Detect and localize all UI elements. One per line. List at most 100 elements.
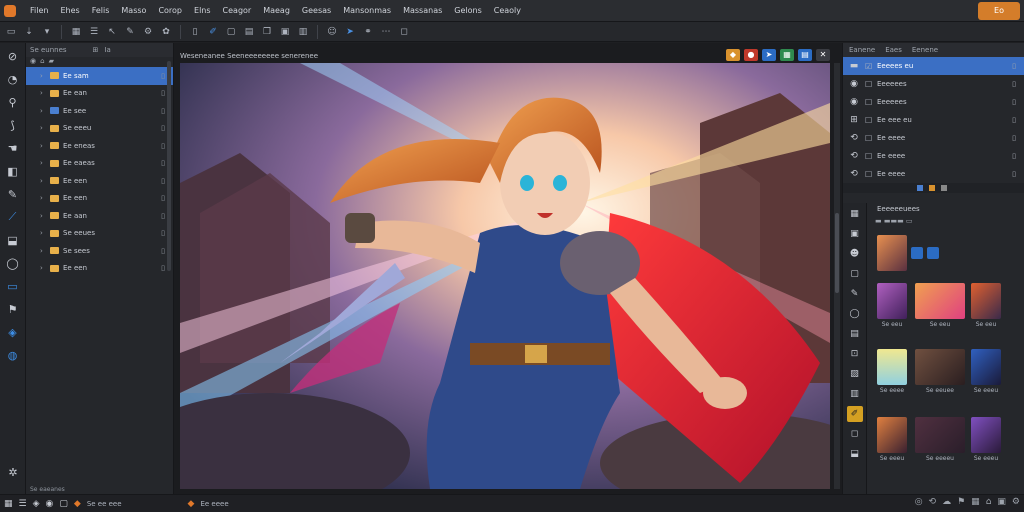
menu-filter[interactable]: Ceagor — [217, 0, 258, 22]
record-icon[interactable]: ● — [744, 49, 758, 61]
menu-tools[interactable]: Geesas — [296, 0, 337, 22]
lock-icon[interactable]: ▯ — [161, 142, 165, 150]
doc-icon[interactable]: ▥ — [847, 386, 863, 402]
menu-help[interactable]: Gelons — [448, 0, 487, 22]
flag-icon[interactable]: ⚑ — [957, 497, 965, 507]
right-row[interactable]: ⟲ ☐ Ee eeee ▯ — [843, 165, 1024, 183]
copy-icon[interactable]: ❐ — [260, 25, 274, 39]
hand-tool-icon[interactable]: ☚ — [4, 139, 22, 157]
tab-brushes[interactable]: Eanene — [849, 46, 875, 54]
warning-icon[interactable]: ◆ — [726, 49, 740, 61]
expand-icon[interactable]: › — [40, 177, 50, 185]
pencil-tool-icon[interactable]: ✎ — [4, 185, 22, 203]
settings-icon[interactable]: ⚙ — [1012, 497, 1020, 507]
tab-history[interactable]: Eenene — [912, 46, 938, 54]
pin-icon[interactable]: ⇣ — [22, 25, 36, 39]
close-icon[interactable]: ✕ — [816, 49, 830, 61]
status-doc-label[interactable]: Ee eeee — [200, 500, 228, 508]
reference-thumb[interactable] — [877, 283, 907, 319]
menu-view[interactable]: Felis — [86, 0, 116, 22]
expand-icon[interactable]: › — [40, 72, 50, 80]
stamp-tool-icon[interactable]: ⬓ — [4, 231, 22, 249]
tab-layers[interactable]: Se eunnes — [30, 46, 67, 54]
lock-icon[interactable]: ▯ — [161, 229, 165, 237]
eraser-tool-icon[interactable]: ◧ — [4, 162, 22, 180]
check-icon[interactable]: ☐ — [865, 80, 877, 89]
color-chip[interactable] — [941, 185, 947, 191]
menu-window[interactable]: Maeag — [257, 0, 296, 22]
crop-icon[interactable]: ⊡ — [847, 346, 863, 362]
photo-icon[interactable]: ▨ — [847, 366, 863, 382]
expand-icon[interactable]: › — [40, 212, 50, 220]
tab-assets[interactable]: Eaes — [885, 46, 902, 54]
fill-icon[interactable]: ◈ — [33, 499, 40, 509]
link-icon[interactable]: ⚭ — [361, 25, 375, 39]
layer-row[interactable]: › Se eeeu ▯ — [26, 120, 173, 138]
right-row[interactable]: ⟲ ☐ Ee eeee ▯ — [843, 129, 1024, 147]
expand-icon[interactable]: › — [40, 194, 50, 202]
check-icon[interactable]: ☐ — [865, 116, 877, 125]
list-icon[interactable]: ☰ — [19, 499, 27, 509]
layer-row[interactable]: › Ee een ▯ — [26, 172, 173, 190]
box-icon[interactable]: ▢ — [224, 25, 238, 39]
layers-icon[interactable]: ▤ — [847, 326, 863, 342]
more-icon[interactable]: ▯ — [1012, 134, 1016, 142]
color-chip[interactable] — [917, 185, 923, 191]
layer-row[interactable]: › Ee aan ▯ — [26, 207, 173, 225]
frame-icon[interactable]: ▢ — [847, 266, 863, 282]
status-tab-label[interactable]: Se ee eee — [87, 500, 122, 508]
lock-icon[interactable]: ▯ — [161, 194, 165, 202]
brush-icon[interactable]: ✎ — [847, 286, 863, 302]
layers-scrollbar[interactable] — [167, 61, 171, 271]
eye-icon[interactable]: ◉ — [46, 499, 54, 509]
frame-icon[interactable]: ▯ — [188, 25, 202, 39]
expand-icon[interactable]: › — [40, 89, 50, 97]
lock-icon[interactable]: ▯ — [161, 177, 165, 185]
right-row[interactable]: ◉ ☐ Eeeeees ▯ — [843, 93, 1024, 111]
grid-icon[interactable]: ▦ — [971, 497, 980, 507]
box-icon[interactable]: ◻ — [847, 426, 863, 442]
menu-settings[interactable]: Massanas — [397, 0, 448, 22]
dropdown-icon[interactable]: ▾ — [40, 25, 54, 39]
folder-icon[interactable]: ▰ — [49, 57, 54, 67]
reference-thumb[interactable] — [971, 417, 1001, 453]
reference-thumb[interactable] — [877, 349, 907, 385]
settings-icon[interactable]: ✿ — [159, 25, 173, 39]
tab-add[interactable]: ⊞ — [93, 46, 99, 54]
pen-icon[interactable]: ✐ — [206, 25, 220, 39]
lock-icon[interactable]: ▯ — [161, 247, 165, 255]
grid-icon[interactable]: ▦ — [780, 49, 794, 61]
eyedropper-tool-icon[interactable]: ⚑ — [4, 300, 22, 318]
emoji-icon[interactable]: ☺ — [325, 25, 339, 39]
eye-icon[interactable]: ◉ — [30, 57, 36, 67]
color-chip[interactable] — [929, 185, 935, 191]
share-icon[interactable]: ➤ — [343, 25, 357, 39]
layer-row[interactable]: › Ee een ▯ — [26, 190, 173, 208]
reference-thumb[interactable] — [915, 283, 965, 319]
link-icon[interactable] — [927, 247, 939, 259]
box-icon[interactable]: ▢ — [59, 499, 68, 509]
list-icon[interactable]: ☰ — [87, 25, 101, 39]
lock-icon[interactable]: ▯ — [161, 124, 165, 132]
reference-thumb[interactable] — [877, 235, 907, 271]
tab-info[interactable]: Ia — [104, 46, 110, 54]
expand-icon[interactable]: › — [40, 159, 50, 167]
chat-icon[interactable]: ◎ — [915, 497, 923, 507]
pen-icon[interactable]: ✐ — [846, 406, 863, 422]
lock-icon[interactable]: ▯ — [161, 212, 165, 220]
reference-thumb[interactable] — [877, 417, 907, 453]
brush-icon[interactable]: ✎ — [123, 25, 137, 39]
square-icon[interactable]: ◻ — [397, 25, 411, 39]
menu-layer[interactable]: Corop — [152, 0, 188, 22]
new-icon[interactable]: ▭ — [4, 25, 18, 39]
stamp-icon[interactable]: ⬓ — [847, 446, 863, 462]
scroll-thumb[interactable] — [835, 213, 839, 293]
layer-row[interactable]: › Ee eaeas ▯ — [26, 155, 173, 173]
artwork-canvas[interactable] — [180, 63, 830, 489]
more-icon[interactable]: ▯ — [1012, 98, 1016, 106]
lock-icon[interactable]: ⌂ — [986, 497, 992, 507]
right-row[interactable]: ◉ ☐ Eeeeees ▯ — [843, 75, 1024, 93]
lock-icon[interactable]: ▯ — [161, 72, 165, 80]
reference-thumb[interactable] — [915, 349, 965, 385]
menu-extra[interactable]: Ceaoly — [488, 0, 527, 22]
